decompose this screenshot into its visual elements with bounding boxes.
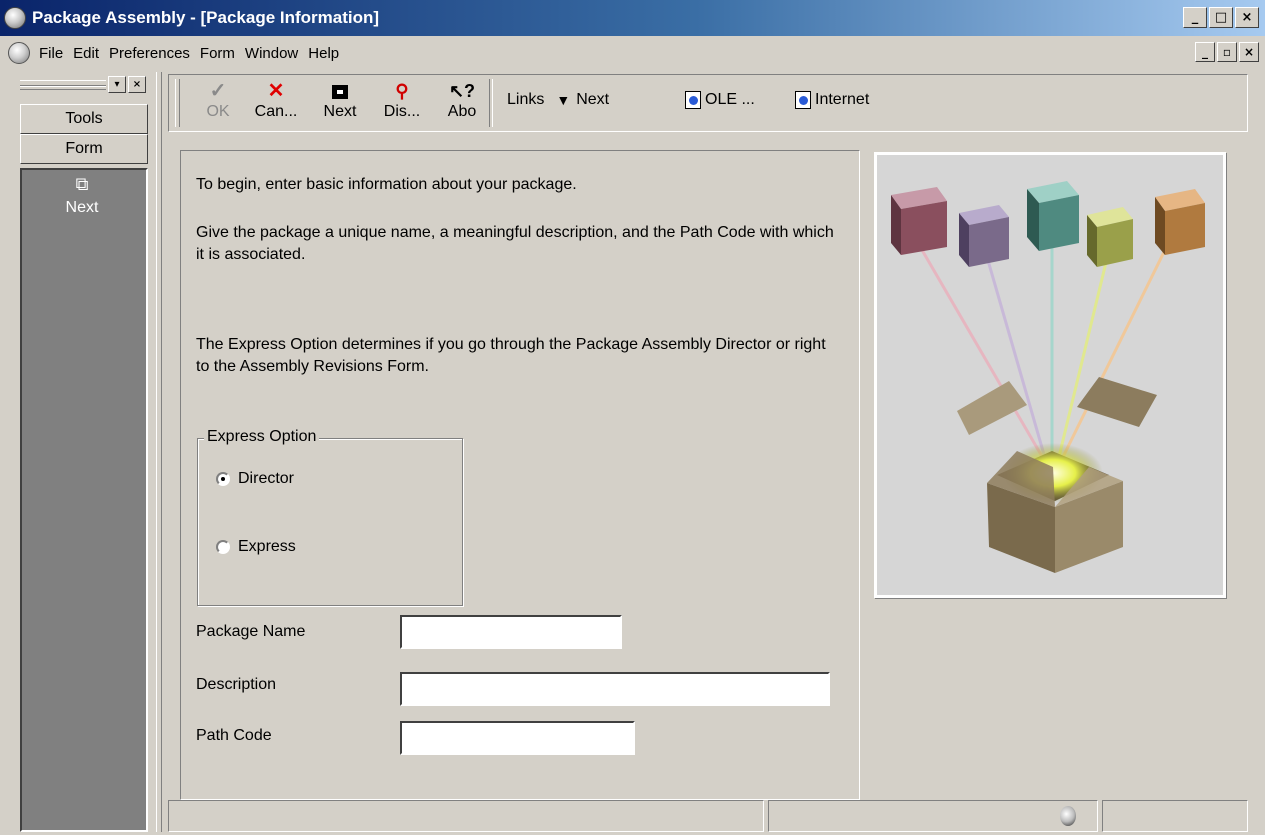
form-exits-list: ⧉ Next — [20, 168, 148, 832]
tab-form[interactable]: Form — [20, 134, 148, 164]
menu-window[interactable]: Window — [240, 45, 303, 62]
left-panel-header: ▾ × — [20, 72, 148, 104]
next-form-icon: ⧉ — [75, 174, 89, 194]
title-bar: Package Assembly - [Package Information]… — [0, 0, 1265, 36]
next-button[interactable]: Next — [317, 79, 363, 129]
display-icon: ⚲ — [395, 81, 409, 101]
menu-bar: File Edit Preferences Form Window Help _… — [0, 36, 1265, 70]
toolbar-grip[interactable] — [175, 79, 180, 127]
menu-file[interactable]: File — [34, 45, 68, 62]
cancel-button[interactable]: ✕ Can... — [249, 79, 303, 129]
panel-splitter[interactable] — [156, 72, 162, 832]
radio-unselected-icon — [216, 540, 230, 554]
internet-doc-icon — [795, 91, 811, 109]
status-globe-icon — [1060, 806, 1076, 826]
next-label: Next — [323, 103, 357, 120]
ole-link[interactable]: OLE ... — [685, 91, 755, 109]
status-cell-right — [1102, 800, 1248, 832]
path-code-input[interactable] — [400, 721, 635, 755]
cube-4 — [1087, 207, 1133, 267]
mdi-controls: _ ▫ × — [1195, 42, 1259, 62]
app-globe-icon — [4, 7, 26, 29]
display-button[interactable]: ⚲ Dis... — [377, 79, 427, 129]
mdi-restore-button[interactable]: ▫ — [1217, 42, 1237, 62]
ole-label: OLE ... — [705, 91, 755, 108]
package-illustration — [874, 152, 1226, 598]
cube-3 — [1027, 181, 1079, 251]
status-bar — [168, 800, 1250, 832]
open-box — [957, 377, 1157, 573]
instruction-text: Give the package a unique name, a meanin… — [196, 224, 834, 263]
cube-1 — [891, 187, 947, 255]
director-label: Director — [238, 470, 295, 487]
express-info-text: The Express Option determines if you go … — [196, 336, 826, 375]
about-icon: ↖? — [448, 81, 476, 101]
links-label: Links — [507, 91, 545, 108]
director-radio[interactable]: Director — [216, 470, 294, 488]
links-next-label: Next — [576, 91, 610, 108]
cube-5 — [1155, 189, 1205, 255]
window-controls: _ □ × — [1183, 7, 1259, 28]
radio-selected-icon — [216, 472, 230, 486]
express-label: Express — [238, 538, 296, 555]
cancel-x-icon: ✕ — [267, 80, 285, 102]
intro-text: To begin, enter basic information about … — [196, 176, 577, 193]
next-icon — [317, 79, 363, 103]
ok-label: OK — [206, 103, 230, 120]
panel-close-icon[interactable]: × — [128, 76, 146, 93]
checkmark-icon: ✓ — [209, 80, 227, 102]
status-cell-main — [168, 800, 764, 832]
form-exit-next-label: Next — [65, 199, 99, 216]
status-cell-middle — [768, 800, 1098, 832]
panel-dropdown-icon[interactable]: ▾ — [108, 76, 126, 93]
cube-2 — [959, 205, 1009, 267]
toolbar-separator — [489, 79, 493, 127]
internet-link[interactable]: Internet — [795, 91, 869, 109]
links-dropdown-icon: ▼ — [556, 92, 571, 108]
menu-preferences[interactable]: Preferences — [104, 45, 195, 62]
links-menu[interactable]: Links ▼ Next — [507, 91, 609, 109]
tab-tools[interactable]: Tools — [20, 104, 148, 134]
description-input[interactable] — [400, 672, 830, 706]
package-name-label: Package Name — [196, 623, 306, 640]
menu-globe-icon[interactable] — [8, 42, 30, 64]
left-panel: ▾ × Tools Form ⧉ Next — [20, 72, 148, 832]
ole-doc-icon — [685, 91, 701, 109]
internet-label: Internet — [815, 91, 870, 108]
close-button[interactable]: × — [1235, 7, 1259, 28]
panel-grip-lower — [20, 86, 106, 90]
menu-help[interactable]: Help — [303, 45, 344, 62]
menu-form[interactable]: Form — [195, 45, 240, 62]
express-option-group — [197, 438, 463, 606]
description-label: Description — [196, 676, 277, 693]
package-cubes-illustration — [891, 181, 1205, 573]
mdi-minimize-button[interactable]: _ — [1195, 42, 1215, 62]
minimize-button[interactable]: _ — [1183, 7, 1207, 28]
cancel-label: Can... — [254, 103, 298, 120]
ok-button[interactable]: ✓ OK — [195, 79, 241, 129]
mdi-close-button[interactable]: × — [1239, 42, 1259, 62]
maximize-button[interactable]: □ — [1209, 7, 1233, 28]
form-exit-next[interactable]: ⧉ Next — [52, 174, 112, 217]
toolbar: ✓ OK ✕ Can... Next ⚲ Dis... ↖? Abo Links… — [168, 74, 1248, 132]
window-title: Package Assembly - [Package Information] — [32, 8, 380, 27]
path-code-label: Path Code — [196, 727, 272, 744]
display-label: Dis... — [383, 103, 421, 120]
about-label: Abo — [447, 103, 477, 120]
express-radio[interactable]: Express — [216, 538, 296, 556]
express-option-legend: Express Option — [204, 428, 320, 446]
about-button[interactable]: ↖? Abo — [439, 79, 485, 129]
menu-edit[interactable]: Edit — [68, 45, 104, 62]
package-name-input[interactable] — [400, 615, 622, 649]
